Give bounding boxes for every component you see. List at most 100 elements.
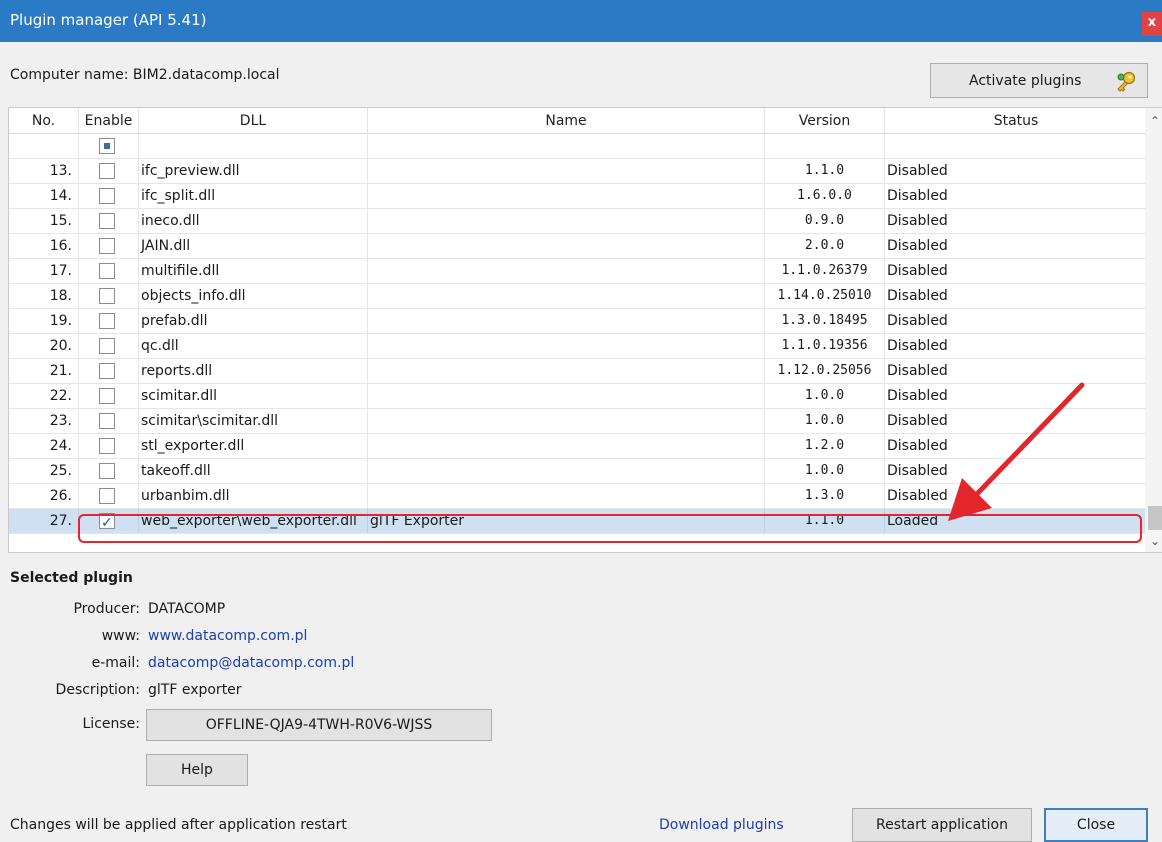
row-version-cell: 1.0.0 (765, 459, 885, 483)
filter-name-cell[interactable] (368, 134, 765, 158)
filter-enable-checkbox[interactable] (99, 138, 115, 154)
table-row[interactable]: 23. scimitar\scimitar.dll 1.0.0 Disabled (9, 409, 1147, 434)
enable-checkbox[interactable] (99, 163, 115, 179)
row-enable-cell (79, 284, 139, 308)
filter-enable-cell (79, 134, 139, 158)
row-enable-cell (79, 434, 139, 458)
column-header-no[interactable]: No. (9, 108, 79, 134)
scroll-down-icon[interactable]: ⌄ (1145, 534, 1162, 552)
scroll-up-icon[interactable]: ⌃ (1145, 114, 1162, 134)
table-row[interactable]: 26. urbanbim.dll 1.3.0 Disabled (9, 484, 1147, 509)
row-version-cell: 1.1.0 (765, 509, 885, 533)
enable-checkbox[interactable] (99, 313, 115, 329)
enable-checkbox[interactable] (99, 463, 115, 479)
table-row[interactable]: 22. scimitar.dll 1.0.0 Disabled (9, 384, 1147, 409)
row-version-cell: 1.1.0 (765, 159, 885, 183)
table-row[interactable]: 25. takeoff.dll 1.0.0 Disabled (9, 459, 1147, 484)
row-number-cell: 27. (9, 509, 79, 533)
row-version-cell: 2.0.0 (765, 234, 885, 258)
enable-checkbox[interactable] (99, 263, 115, 279)
restart-note: Changes will be applied after applicatio… (10, 817, 347, 833)
activate-plugins-button[interactable]: Activate plugins (930, 63, 1148, 98)
email-link[interactable]: datacomp@datacomp.com.pl (148, 655, 354, 671)
row-number-cell: 13. (9, 159, 79, 183)
selected-plugin-heading: Selected plugin (10, 570, 133, 586)
table-row[interactable]: 15. ineco.dll 0.9.0 Disabled (9, 209, 1147, 234)
enable-checkbox[interactable] (99, 288, 115, 304)
description-label: Description: (55, 682, 140, 698)
row-dll-cell: takeoff.dll (139, 459, 368, 483)
enable-checkbox[interactable] (99, 488, 115, 504)
title-bar: Plugin manager (API 5.41) x (0, 0, 1162, 42)
row-number-cell: 23. (9, 409, 79, 433)
enable-checkbox[interactable] (99, 413, 115, 429)
row-version-cell: 1.3.0.18495 (765, 309, 885, 333)
row-dll-cell: web_exporter\web_exporter.dll (139, 509, 368, 533)
column-header-status[interactable]: Status (885, 108, 1147, 134)
row-status-cell: Disabled (887, 338, 948, 354)
table-row[interactable]: 19. prefab.dll 1.3.0.18495 Disabled (9, 309, 1147, 334)
scrollbar-thumb[interactable] (1148, 506, 1162, 530)
row-number-cell: 14. (9, 184, 79, 208)
row-status-cell: Disabled (887, 463, 948, 479)
row-enable-cell (79, 459, 139, 483)
help-button[interactable]: Help (146, 754, 248, 786)
row-status-cell: Disabled (887, 288, 948, 304)
table-row[interactable]: 20. qc.dll 1.1.0.19356 Disabled (9, 334, 1147, 359)
enable-checkbox[interactable] (99, 363, 115, 379)
row-name-cell (368, 159, 765, 183)
enable-checkbox[interactable] (99, 388, 115, 404)
row-number-cell: 25. (9, 459, 79, 483)
table-row[interactable]: 14. ifc_split.dll 1.6.0.0 Disabled (9, 184, 1147, 209)
table-row[interactable]: 21. reports.dll 1.12.0.25056 Disabled (9, 359, 1147, 384)
producer-label: Producer: (73, 601, 140, 617)
column-header-enable[interactable]: Enable (79, 108, 139, 134)
row-name-cell (368, 284, 765, 308)
row-dll-cell: prefab.dll (139, 309, 368, 333)
restart-application-button[interactable]: Restart application (852, 808, 1032, 842)
row-enable-cell (79, 209, 139, 233)
row-dll-cell: ifc_split.dll (139, 184, 368, 208)
window-close-button[interactable]: x (1142, 12, 1162, 36)
row-enable-cell (79, 309, 139, 333)
table-row[interactable]: 13. ifc_preview.dll 1.1.0 Disabled (9, 159, 1147, 184)
row-name-cell (368, 259, 765, 283)
row-name-cell (368, 409, 765, 433)
table-row[interactable]: 18. objects_info.dll 1.14.0.25010 Disabled (9, 284, 1147, 309)
license-field[interactable]: OFFLINE-QJA9-4TWH-R0V6-WJSS (146, 709, 492, 741)
download-plugins-link[interactable]: Download plugins (659, 817, 784, 833)
row-number-cell: 18. (9, 284, 79, 308)
window-title: Plugin manager (API 5.41) (10, 11, 207, 29)
enable-checkbox[interactable] (99, 213, 115, 229)
www-link[interactable]: www.datacomp.com.pl (148, 628, 307, 644)
row-name-cell (368, 309, 765, 333)
filter-version-cell[interactable] (765, 134, 885, 158)
key-icon (1115, 70, 1137, 96)
enable-checkbox[interactable] (99, 188, 115, 204)
column-header-dll[interactable]: DLL (139, 108, 368, 134)
filter-status-cell[interactable] (885, 134, 1147, 158)
enable-checkbox[interactable] (99, 511, 115, 533)
table-row[interactable]: 17. multifile.dll 1.1.0.26379 Disabled (9, 259, 1147, 284)
row-dll-cell: urbanbim.dll (139, 484, 368, 508)
table-row[interactable]: 24. stl_exporter.dll 1.2.0 Disabled (9, 434, 1147, 459)
close-button[interactable]: Close (1044, 808, 1148, 842)
enable-checkbox[interactable] (99, 238, 115, 254)
row-dll-cell: multifile.dll (139, 259, 368, 283)
row-version-cell: 0.9.0 (765, 209, 885, 233)
enable-checkbox[interactable] (99, 338, 115, 354)
column-header-name[interactable]: Name (368, 108, 765, 134)
table-row[interactable]: 27. web_exporter\web_exporter.dllglTF Exp… (9, 509, 1147, 534)
row-name-cell (368, 359, 765, 383)
row-status-cell: Disabled (887, 238, 948, 254)
enable-checkbox[interactable] (99, 438, 115, 454)
column-header-version[interactable]: Version (765, 108, 885, 134)
filter-no-cell[interactable] (9, 134, 79, 158)
row-number-cell: 22. (9, 384, 79, 408)
row-dll-cell: reports.dll (139, 359, 368, 383)
row-name-cell (368, 459, 765, 483)
producer-value: DATACOMP (148, 601, 226, 617)
table-row[interactable]: 16. JAIN.dll 2.0.0 Disabled (9, 234, 1147, 259)
vertical-scrollbar[interactable]: ⌃ ⌄ (1145, 108, 1162, 552)
filter-dll-cell[interactable] (139, 134, 368, 158)
